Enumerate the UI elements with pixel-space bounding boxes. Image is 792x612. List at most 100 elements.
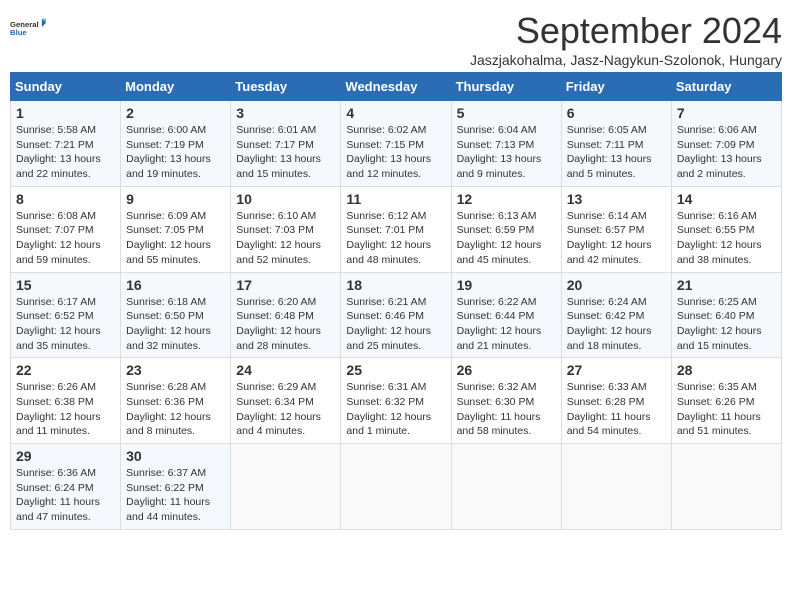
day-info: Sunrise: 6:26 AM Sunset: 6:38 PM Dayligh… — [16, 380, 115, 439]
header-saturday: Saturday — [671, 73, 781, 101]
calendar-cell — [561, 444, 671, 530]
svg-text:Blue: Blue — [10, 28, 27, 37]
day-number: 20 — [567, 277, 666, 293]
header-wednesday: Wednesday — [341, 73, 451, 101]
calendar-cell: 17 Sunrise: 6:20 AM Sunset: 6:48 PM Dayli… — [231, 272, 341, 358]
page-header: General Blue September 2024 Jaszjakohalm… — [10, 10, 782, 68]
calendar-cell: 3Sunrise: 6:01 AM Sunset: 7:17 PM Daylig… — [231, 101, 341, 187]
calendar-cell: 8 Sunrise: 6:08 AM Sunset: 7:07 PM Daylig… — [11, 186, 121, 272]
day-number: 25 — [346, 362, 445, 378]
day-number: 6 — [567, 105, 666, 121]
day-number: 8 — [16, 191, 115, 207]
day-info: Sunrise: 6:00 AM Sunset: 7:19 PM Dayligh… — [126, 123, 225, 182]
calendar-cell: 15 Sunrise: 6:17 AM Sunset: 6:52 PM Dayli… — [11, 272, 121, 358]
day-number: 1 — [16, 105, 115, 121]
header-monday: Monday — [121, 73, 231, 101]
day-info: Sunrise: 6:37 AM Sunset: 6:22 PM Dayligh… — [126, 466, 225, 525]
day-info: Sunrise: 6:14 AM Sunset: 6:57 PM Dayligh… — [567, 209, 666, 268]
calendar-cell: 12Sunrise: 6:13 AM Sunset: 6:59 PM Dayli… — [451, 186, 561, 272]
calendar-table: SundayMondayTuesdayWednesdayThursdayFrid… — [10, 72, 782, 530]
day-info: Sunrise: 6:25 AM Sunset: 6:40 PM Dayligh… — [677, 295, 776, 354]
calendar-week-row: 22 Sunrise: 6:26 AM Sunset: 6:38 PM Dayli… — [11, 358, 782, 444]
day-info: Sunrise: 6:17 AM Sunset: 6:52 PM Dayligh… — [16, 295, 115, 354]
day-info: Sunrise: 6:01 AM Sunset: 7:17 PM Dayligh… — [236, 123, 335, 182]
calendar-cell: 27 Sunrise: 6:33 AM Sunset: 6:28 PM Dayli… — [561, 358, 671, 444]
day-info: Sunrise: 6:02 AM Sunset: 7:15 PM Dayligh… — [346, 123, 445, 182]
day-info: Sunrise: 6:12 AM Sunset: 7:01 PM Dayligh… — [346, 209, 445, 268]
calendar-cell: 1Sunrise: 5:58 AM Sunset: 7:21 PM Daylig… — [11, 101, 121, 187]
day-number: 30 — [126, 448, 225, 464]
day-info: Sunrise: 6:33 AM Sunset: 6:28 PM Dayligh… — [567, 380, 666, 439]
title-block: September 2024 Jaszjakohalma, Jasz-Nagyk… — [470, 10, 782, 68]
header-tuesday: Tuesday — [231, 73, 341, 101]
calendar-cell: 28Sunrise: 6:35 AM Sunset: 6:26 PM Dayli… — [671, 358, 781, 444]
day-info: Sunrise: 6:28 AM Sunset: 6:36 PM Dayligh… — [126, 380, 225, 439]
day-info: Sunrise: 6:22 AM Sunset: 6:44 PM Dayligh… — [457, 295, 556, 354]
day-number: 28 — [677, 362, 776, 378]
calendar-cell: 13 Sunrise: 6:14 AM Sunset: 6:57 PM Dayli… — [561, 186, 671, 272]
day-number: 4 — [346, 105, 445, 121]
calendar-cell: 5Sunrise: 6:04 AM Sunset: 7:13 PM Daylig… — [451, 101, 561, 187]
calendar-cell: 29Sunrise: 6:36 AM Sunset: 6:24 PM Dayli… — [11, 444, 121, 530]
calendar-cell: 18Sunrise: 6:21 AM Sunset: 6:46 PM Dayli… — [341, 272, 451, 358]
calendar-cell — [341, 444, 451, 530]
svg-text:General: General — [10, 20, 39, 29]
day-number: 15 — [16, 277, 115, 293]
calendar-week-row: 8 Sunrise: 6:08 AM Sunset: 7:07 PM Daylig… — [11, 186, 782, 272]
day-info: Sunrise: 6:18 AM Sunset: 6:50 PM Dayligh… — [126, 295, 225, 354]
day-number: 9 — [126, 191, 225, 207]
day-info: Sunrise: 6:06 AM Sunset: 7:09 PM Dayligh… — [677, 123, 776, 182]
day-number: 18 — [346, 277, 445, 293]
calendar-cell: 9Sunrise: 6:09 AM Sunset: 7:05 PM Daylig… — [121, 186, 231, 272]
header-sunday: Sunday — [11, 73, 121, 101]
header-friday: Friday — [561, 73, 671, 101]
calendar-cell: 16 Sunrise: 6:18 AM Sunset: 6:50 PM Dayli… — [121, 272, 231, 358]
calendar-cell: 21 Sunrise: 6:25 AM Sunset: 6:40 PM Dayli… — [671, 272, 781, 358]
calendar-cell: 11 Sunrise: 6:12 AM Sunset: 7:01 PM Dayli… — [341, 186, 451, 272]
calendar-cell: 19 Sunrise: 6:22 AM Sunset: 6:44 PM Dayli… — [451, 272, 561, 358]
logo-icon: General Blue — [10, 10, 46, 46]
day-info: Sunrise: 6:32 AM Sunset: 6:30 PM Dayligh… — [457, 380, 556, 439]
calendar-cell: 7 Sunrise: 6:06 AM Sunset: 7:09 PM Daylig… — [671, 101, 781, 187]
day-number: 22 — [16, 362, 115, 378]
day-number: 7 — [677, 105, 776, 121]
day-number: 19 — [457, 277, 556, 293]
day-info: Sunrise: 6:24 AM Sunset: 6:42 PM Dayligh… — [567, 295, 666, 354]
day-info: Sunrise: 6:05 AM Sunset: 7:11 PM Dayligh… — [567, 123, 666, 182]
day-info: Sunrise: 6:08 AM Sunset: 7:07 PM Dayligh… — [16, 209, 115, 268]
calendar-cell: 22 Sunrise: 6:26 AM Sunset: 6:38 PM Dayli… — [11, 358, 121, 444]
day-info: Sunrise: 6:13 AM Sunset: 6:59 PM Dayligh… — [457, 209, 556, 268]
calendar-cell — [451, 444, 561, 530]
calendar-cell — [231, 444, 341, 530]
month-title: September 2024 — [470, 10, 782, 52]
calendar-cell: 30 Sunrise: 6:37 AM Sunset: 6:22 PM Dayli… — [121, 444, 231, 530]
calendar-cell: 2 Sunrise: 6:00 AM Sunset: 7:19 PM Daylig… — [121, 101, 231, 187]
day-number: 16 — [126, 277, 225, 293]
calendar-cell: 25Sunrise: 6:31 AM Sunset: 6:32 PM Dayli… — [341, 358, 451, 444]
day-info: Sunrise: 6:20 AM Sunset: 6:48 PM Dayligh… — [236, 295, 335, 354]
calendar-week-row: 29Sunrise: 6:36 AM Sunset: 6:24 PM Dayli… — [11, 444, 782, 530]
day-number: 23 — [126, 362, 225, 378]
day-number: 27 — [567, 362, 666, 378]
day-number: 21 — [677, 277, 776, 293]
day-number: 2 — [126, 105, 225, 121]
calendar-cell: 23 Sunrise: 6:28 AM Sunset: 6:36 PM Dayli… — [121, 358, 231, 444]
calendar-cell — [671, 444, 781, 530]
day-info: Sunrise: 6:29 AM Sunset: 6:34 PM Dayligh… — [236, 380, 335, 439]
day-number: 11 — [346, 191, 445, 207]
calendar-cell: 26Sunrise: 6:32 AM Sunset: 6:30 PM Dayli… — [451, 358, 561, 444]
calendar-cell: 24Sunrise: 6:29 AM Sunset: 6:34 PM Dayli… — [231, 358, 341, 444]
day-number: 14 — [677, 191, 776, 207]
calendar-week-row: 15 Sunrise: 6:17 AM Sunset: 6:52 PM Dayli… — [11, 272, 782, 358]
day-info: Sunrise: 6:04 AM Sunset: 7:13 PM Dayligh… — [457, 123, 556, 182]
day-number: 13 — [567, 191, 666, 207]
calendar-cell: 6 Sunrise: 6:05 AM Sunset: 7:11 PM Daylig… — [561, 101, 671, 187]
calendar-cell: 20 Sunrise: 6:24 AM Sunset: 6:42 PM Dayli… — [561, 272, 671, 358]
day-number: 10 — [236, 191, 335, 207]
logo: General Blue — [10, 10, 46, 46]
day-info: Sunrise: 6:36 AM Sunset: 6:24 PM Dayligh… — [16, 466, 115, 525]
day-number: 17 — [236, 277, 335, 293]
day-info: Sunrise: 6:10 AM Sunset: 7:03 PM Dayligh… — [236, 209, 335, 268]
location-subtitle: Jaszjakohalma, Jasz-Nagykun-Szolonok, Hu… — [470, 52, 782, 68]
calendar-header-row: SundayMondayTuesdayWednesdayThursdayFrid… — [11, 73, 782, 101]
